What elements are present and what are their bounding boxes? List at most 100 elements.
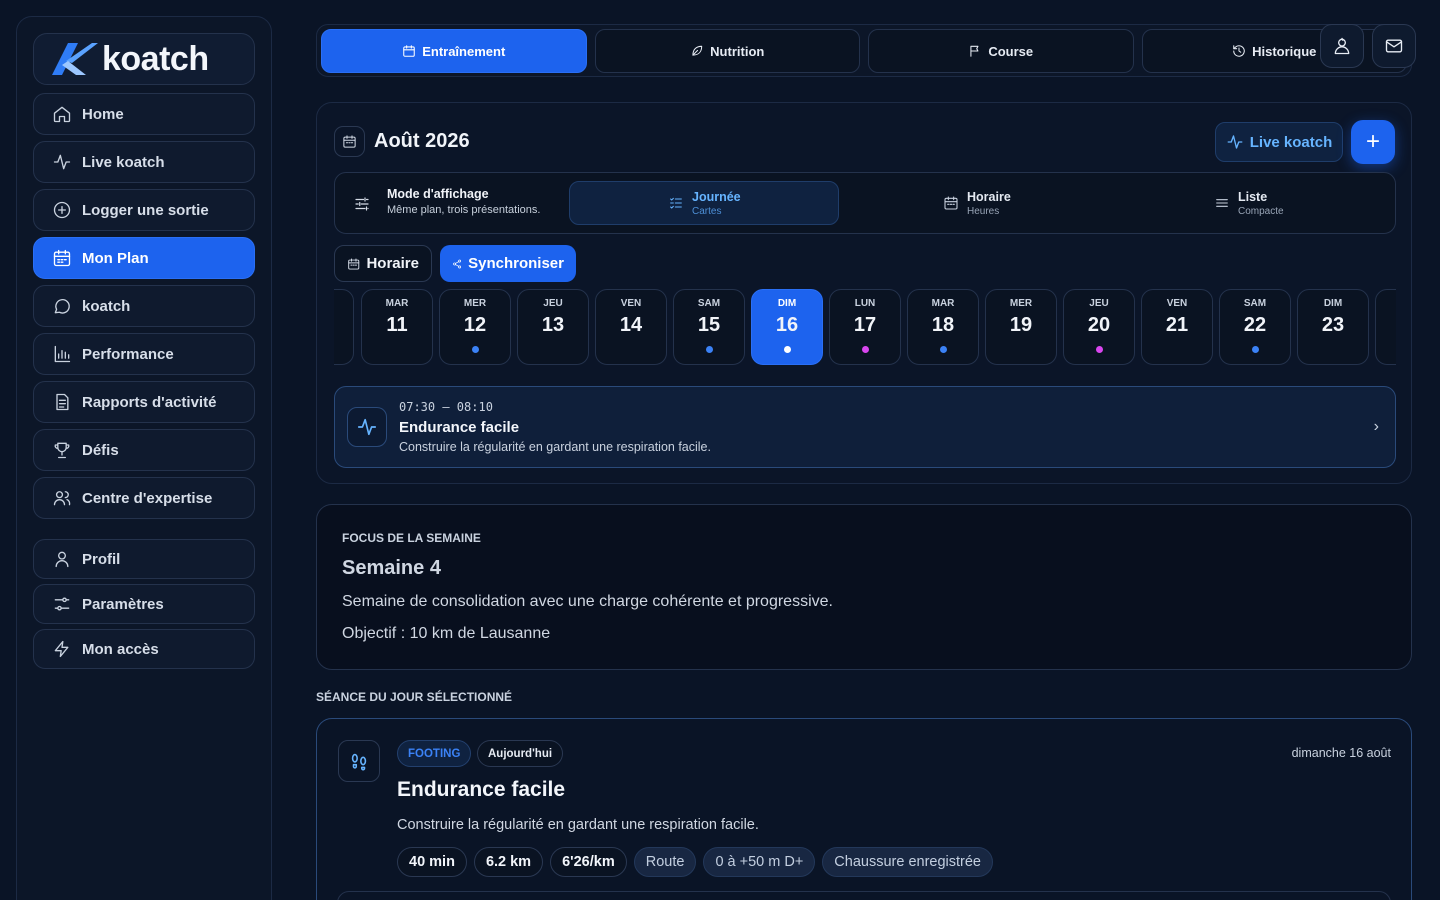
nav-mon-plan[interactable]: Mon Plan [33, 237, 255, 279]
session-date: dimanche 16 août [1291, 746, 1391, 760]
mode-option-liste[interactable]: Liste Compacte [1214, 181, 1384, 225]
day-cell[interactable]: MAR 18 [907, 289, 979, 365]
coach-profile-button[interactable] [1320, 24, 1364, 68]
day-name: JEU [1089, 298, 1109, 309]
tab-label: Course [988, 43, 1034, 59]
leaf-icon [692, 45, 703, 56]
session-card[interactable]: 07:30 – 08:10 Endurance facile Construir… [334, 386, 1396, 468]
day-name: SAM [697, 298, 721, 309]
nav-label: Performance [82, 345, 174, 363]
mode-option-horaire[interactable]: Horaire Heures [943, 181, 1143, 225]
day-cell[interactable]: SAM 22 [1219, 289, 1291, 365]
day-number: 18 [931, 314, 955, 336]
horaire-button[interactable]: Horaire [334, 245, 432, 282]
nav-label: Logger une sortie [82, 201, 209, 219]
nav-centre-expertise[interactable]: Centre d'expertise [33, 477, 255, 519]
list-icon [1216, 199, 1228, 207]
session-desc: Construire la régularité en gardant une … [397, 817, 759, 833]
elevation-chip: 0 à +50 m D+ [703, 847, 816, 877]
nav-mon-acces[interactable]: Mon accès [33, 629, 255, 669]
nav-label: Live koatch [82, 153, 165, 171]
session-dot [939, 346, 947, 353]
nav-label: koatch [82, 297, 131, 315]
session-dot [705, 346, 713, 353]
month-title: Août 2026 [374, 130, 470, 152]
day-name: MAR [931, 298, 955, 309]
day-cell[interactable]: JEU 13 [517, 289, 589, 365]
live-koatch-button[interactable]: Live koatch [1215, 122, 1343, 162]
day-number: 11 [386, 314, 408, 336]
nav-live-koatch[interactable]: Live koatch [33, 141, 255, 183]
nav-home[interactable]: Home [33, 93, 255, 135]
chat-icon [54, 299, 70, 314]
day-name: MER [463, 298, 487, 309]
day-cell[interactable]: VEN 14 [595, 289, 667, 365]
mode-option-label: Journée [692, 189, 741, 204]
session-dot [471, 346, 479, 353]
day-cell[interactable]: DIM 16 [751, 289, 823, 365]
session-title: Endurance facile [397, 778, 566, 801]
nav-rapports[interactable]: Rapports d'activité [33, 381, 255, 423]
nav-koatch[interactable]: koatch [33, 285, 255, 327]
activity-icon [347, 407, 387, 447]
day-number: 21 [1165, 314, 1189, 336]
nav-profil[interactable]: Profil [33, 539, 255, 579]
nav-defis[interactable]: Défis [33, 429, 255, 471]
day-name: MAR [385, 298, 409, 309]
day-cell[interactable]: MER 19 [985, 289, 1057, 365]
calendar-icon [944, 196, 958, 210]
tab-label: Historique [1252, 43, 1317, 59]
nav-label: Mon Plan [82, 249, 149, 267]
share-icon [453, 259, 462, 268]
tab-entrainement[interactable]: Entraînement [321, 29, 587, 73]
mode-option-sub: Compacte [1238, 205, 1284, 217]
day-name: DIM [1323, 298, 1343, 309]
day-cell[interactable]: SAM 15 [673, 289, 745, 365]
mode-option-journee[interactable]: Journée Cartes [569, 181, 839, 225]
session-details-panel [337, 891, 1391, 900]
horaire-label: Horaire [366, 255, 419, 272]
distance-chip: 6.2 km [473, 847, 544, 877]
day-number: 16 [775, 314, 799, 336]
tab-course[interactable]: Course [868, 29, 1134, 73]
tab-historique[interactable]: Historique [1141, 29, 1407, 73]
nav-parametres[interactable]: Paramètres [33, 584, 255, 624]
day-cell[interactable]: MAR 11 [361, 289, 433, 365]
today-badge: Aujourd'hui [477, 740, 564, 767]
session-dot [1251, 346, 1259, 353]
nav-label: Home [82, 105, 124, 123]
activity-icon [53, 154, 71, 170]
day-cell[interactable]: VEN 21 [1141, 289, 1213, 365]
day-cell-next[interactable] [1375, 289, 1396, 365]
tab-nutrition[interactable]: Nutrition [594, 29, 860, 73]
day-cell[interactable]: JEU 20 [1063, 289, 1135, 365]
messages-button[interactable] [1372, 24, 1416, 68]
brand-name: koatch [102, 39, 209, 78]
mode-option-label: Horaire [967, 189, 1011, 204]
chevron-right-icon[interactable]: › [1374, 418, 1379, 436]
tab-label: Nutrition [710, 43, 765, 59]
plan-card: Août 2026 Live koatch + Mode d'affichage… [316, 102, 1412, 484]
mode-option-label: Liste [1238, 189, 1268, 204]
nav-label: Profil [82, 550, 121, 568]
day-name: JEU [543, 298, 563, 309]
day-cell[interactable]: LUN 17 [829, 289, 901, 365]
user-icon [55, 551, 69, 568]
logo[interactable]: koatch [33, 33, 255, 85]
day-number: 12 [463, 314, 487, 336]
type-badge: FOOTING [397, 740, 472, 767]
document-icon [56, 393, 69, 411]
add-session-button[interactable]: + [1351, 120, 1395, 164]
sync-button[interactable]: Synchroniser [440, 245, 576, 282]
nav-performance[interactable]: Performance [33, 333, 255, 375]
live-koatch-label: Live koatch [1249, 133, 1333, 151]
day-cell[interactable]: MER 12 [439, 289, 511, 365]
user-badge-icon [1334, 37, 1350, 55]
selected-session-card[interactable]: FOOTING Aujourd'hui dimanche 16 août End… [316, 718, 1412, 900]
settings-icon [54, 597, 70, 611]
nav-logger-sortie[interactable]: Logger une sortie [33, 189, 255, 231]
tab-label: Entraînement [422, 43, 506, 59]
session-dot [861, 346, 869, 353]
day-cell[interactable]: DIM 23 [1297, 289, 1369, 365]
day-cell-prev[interactable] [334, 289, 354, 365]
